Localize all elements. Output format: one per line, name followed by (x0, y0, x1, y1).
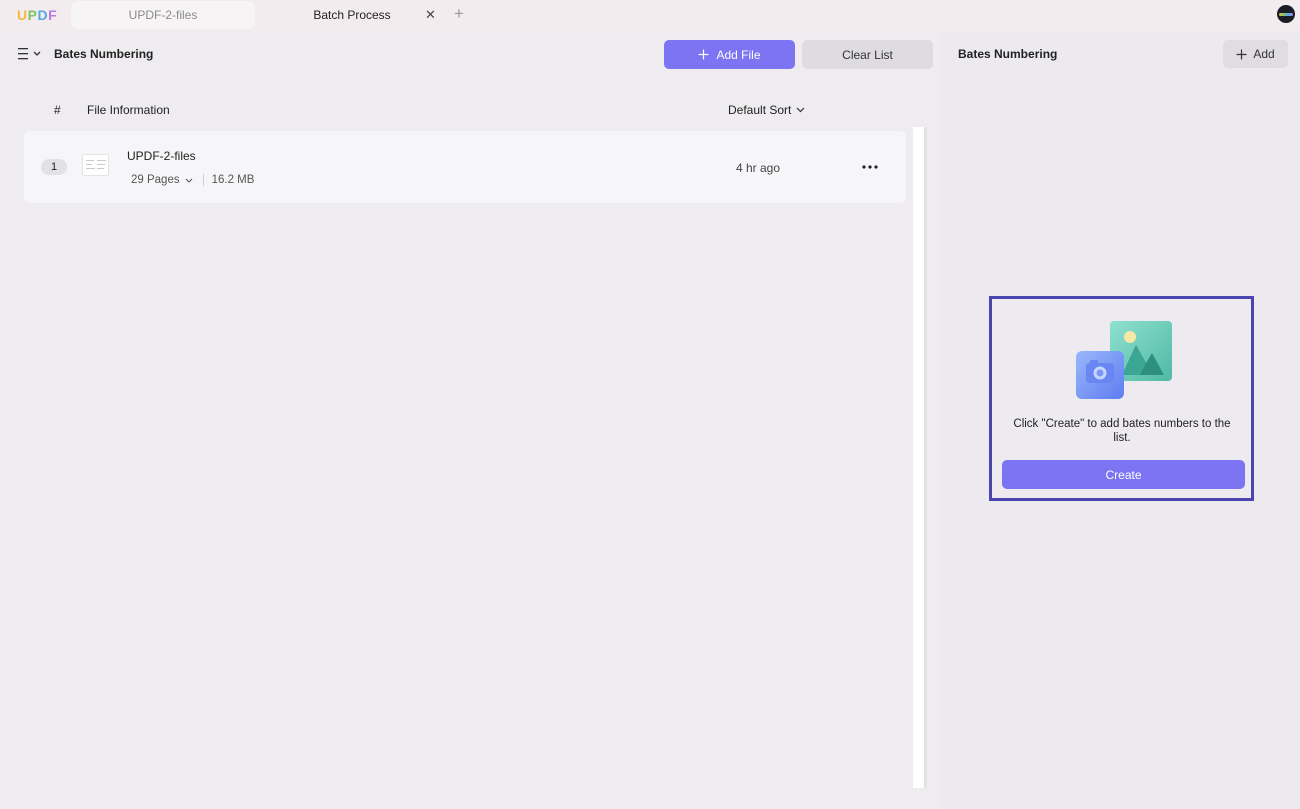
file-thumbnail-icon (82, 154, 109, 176)
chevron-down-icon (185, 178, 192, 183)
row-index: 1 (41, 159, 67, 175)
plus-icon (1236, 49, 1247, 59)
column-file-information: File Information (87, 103, 170, 117)
page-count: 29 Pages (131, 174, 180, 186)
empty-message: Click "Create" to add bates numbers to t… (1013, 418, 1231, 444)
tab-batch-process[interactable]: Batch Process (260, 1, 444, 29)
column-number: # (54, 103, 61, 117)
add-file-button[interactable]: Add File (664, 40, 795, 69)
create-label: Create (1105, 467, 1142, 482)
pane-divider (924, 127, 927, 788)
create-button[interactable]: Create (1002, 460, 1245, 489)
file-size: 16.2 MB (211, 174, 255, 186)
pages-dropdown[interactable]: 29 Pages (131, 174, 193, 186)
add-button[interactable]: Add (1223, 40, 1288, 68)
add-label: Add (1253, 47, 1275, 61)
menu-icon[interactable] (17, 46, 41, 62)
add-file-label: Add File (716, 47, 761, 62)
toolbar: Bates Numbering Add File Clear List (0, 31, 940, 77)
chevron-down-icon (796, 107, 805, 113)
plus-icon (698, 49, 709, 60)
sort-label: Default Sort (728, 103, 792, 117)
list-header: # File Information Default Sort (0, 93, 940, 123)
tab-label: UPDF-2-files (128, 8, 198, 22)
sort-dropdown[interactable]: Default Sort (728, 103, 805, 117)
file-name: UPDF-2-files (127, 149, 196, 163)
clear-list-label: Clear List (842, 47, 893, 62)
empty-state: Click "Create" to add bates numbers to t… (989, 296, 1254, 501)
table-row[interactable]: 1 UPDF-2-files 29 Pages 16.2 MB 4 hr ago (24, 131, 906, 203)
panel-title: Bates Numbering (958, 47, 1058, 61)
file-time: 4 hr ago (736, 161, 781, 175)
tab-updf-2-files[interactable]: UPDF-2-files (71, 1, 255, 29)
divider (202, 174, 204, 186)
updf-logo[interactable]: UPDF (17, 7, 57, 23)
clear-list-button[interactable]: Clear List (802, 40, 933, 69)
file-list-pane: Bates Numbering Add File Clear List # Fi… (0, 31, 940, 809)
close-icon[interactable]: ✕ (425, 7, 436, 23)
title-bar: UPDF UPDF-2-files Batch Process ✕ + (0, 0, 1300, 31)
avatar[interactable] (1277, 5, 1295, 23)
tab-label: Batch Process (313, 8, 391, 22)
more-icon[interactable] (862, 165, 878, 169)
new-tab-plus-icon[interactable]: + (454, 4, 464, 24)
image-placeholder-icon (1076, 321, 1172, 399)
file-meta: 29 Pages 16.2 MB (131, 174, 254, 186)
bates-panel: Bates Numbering Add Click "Create" to ad… (940, 31, 1300, 809)
scrollbar[interactable] (913, 127, 924, 788)
page-title: Bates Numbering (54, 47, 154, 61)
